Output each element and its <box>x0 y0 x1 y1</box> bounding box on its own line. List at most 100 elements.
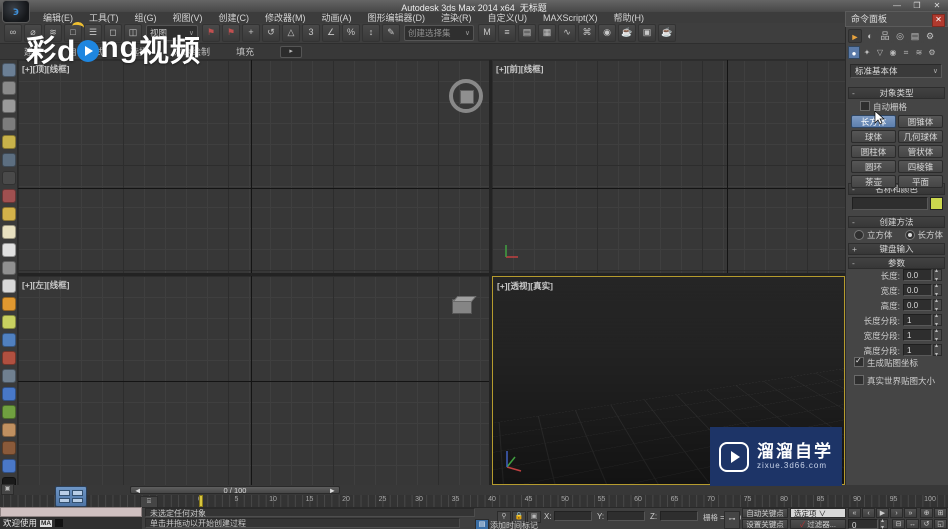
rollout-object-type[interactable]: - 对象类型 <box>848 87 945 99</box>
utilities-tab[interactable]: ⚙ <box>923 29 937 43</box>
dock-icon-06[interactable] <box>2 153 16 167</box>
dock-icon-15[interactable] <box>2 315 16 329</box>
dock-icon-18[interactable] <box>2 369 16 383</box>
parameter-checkbox[interactable]: 生成贴图坐标 <box>854 357 935 369</box>
viewport-front-label[interactable]: [+][前][线框] <box>496 63 543 75</box>
dock-icon-16[interactable] <box>2 333 16 347</box>
edit-named-selections-icon[interactable]: ✎ <box>382 24 400 42</box>
set-key-toggle-icon[interactable]: ⊶ <box>724 511 740 529</box>
orbit-icon[interactable]: ↺ <box>920 519 933 529</box>
select-and-rotate-icon[interactable]: ↺ <box>262 24 280 42</box>
systems-category-icon[interactable]: ⚙ <box>926 46 938 59</box>
time-slider-handle[interactable]: ◄ 0 / 100 ► <box>130 486 340 494</box>
graphite-ribbon-icon[interactable]: ▦ <box>538 24 556 42</box>
command-panel-close-icon[interactable]: ✕ <box>932 14 945 27</box>
prev-frame-arrow[interactable]: ◄ <box>134 486 141 495</box>
open-mini-listener-icon[interactable]: ▣ <box>1 484 14 495</box>
parameter-field[interactable]: 1 <box>903 329 932 341</box>
parameter-field[interactable]: 0.0 <box>903 299 932 311</box>
command-panel-titlebar[interactable]: 命令面板 ✕ <box>845 11 948 27</box>
primitive-button[interactable]: 球体 <box>851 130 896 143</box>
object-color-swatch[interactable] <box>930 197 943 210</box>
dock-icon-04[interactable] <box>2 117 16 131</box>
dock-icon-09[interactable] <box>2 207 16 221</box>
spinner-icon[interactable] <box>933 329 942 341</box>
primitive-button[interactable]: 管状体 <box>898 145 943 158</box>
go-to-start-button[interactable]: « <box>848 508 861 518</box>
parameter-checkbox[interactable]: 真实世界贴图大小 <box>854 375 935 387</box>
maximize-viewport-icon[interactable]: ◱ <box>934 519 947 529</box>
create-tab[interactable]: ► <box>848 29 862 43</box>
dock-icon-20[interactable] <box>2 405 16 419</box>
time-tag-icon[interactable]: ▤ <box>475 519 489 529</box>
parameter-field[interactable]: 1 <box>903 344 932 356</box>
viewport-perspective-label[interactable]: [+][透视][真实] <box>497 280 553 292</box>
viewport-left-label[interactable]: [+][左][线框] <box>22 279 69 291</box>
align-icon[interactable]: ≡ <box>498 24 516 42</box>
menu-item[interactable]: MAXScript(X) <box>536 13 605 23</box>
dock-icon-12[interactable] <box>2 261 16 275</box>
current-frame-field[interactable]: 0 <box>848 519 878 529</box>
spacewarps-category-icon[interactable]: ≋ <box>913 46 925 59</box>
x-coord-field[interactable] <box>554 511 592 521</box>
auto-key-button[interactable]: 自动关键点 <box>742 508 788 518</box>
spinner-icon[interactable] <box>933 284 942 296</box>
curve-editor-icon[interactable]: ∿ <box>558 24 576 42</box>
minimize-button[interactable]: — <box>890 1 904 11</box>
dock-icon-13[interactable] <box>2 279 16 293</box>
rollout-parameters[interactable]: - 参数 <box>848 257 945 269</box>
lights-category-icon[interactable]: ▽ <box>874 46 886 59</box>
zoom-region-icon[interactable]: ⊟ <box>892 519 905 529</box>
spinner-icon[interactable] <box>933 314 942 326</box>
dock-icon-21[interactable] <box>2 423 16 437</box>
angle-snap-icon[interactable]: ∠ <box>322 24 340 42</box>
pin-flag-icon[interactable]: ⚑ <box>202 24 220 42</box>
material-editor-icon[interactable]: ◉ <box>598 24 616 42</box>
key-filters-button[interactable]: ✓ 过滤器... <box>790 519 846 529</box>
parameter-field[interactable]: 1 <box>903 314 932 326</box>
dock-icon-05[interactable] <box>2 135 16 149</box>
snap-toggle-3d-icon[interactable]: 3 <box>302 24 320 42</box>
object-name-input[interactable] <box>852 197 928 210</box>
dock-icon-07[interactable] <box>2 171 16 185</box>
primitive-button[interactable]: 平面 <box>898 175 943 188</box>
dock-icon-10[interactable] <box>2 225 16 239</box>
primitive-button[interactable]: 茶壶 <box>851 175 896 188</box>
subcategory-dropdown[interactable]: 标准基本体 ∨ <box>850 64 942 78</box>
display-tab[interactable]: ▤ <box>908 29 922 43</box>
maxscript-mini-listener[interactable] <box>0 507 142 517</box>
select-and-scale-icon[interactable]: △ <box>282 24 300 42</box>
scene-box-object[interactable] <box>452 299 472 314</box>
dock-icon-17[interactable] <box>2 351 16 365</box>
spinner-icon[interactable] <box>933 344 942 356</box>
motion-tab[interactable]: ◎ <box>893 29 907 43</box>
shapes-category-icon[interactable]: ✦ <box>861 46 873 59</box>
rollout-keyboard-entry[interactable]: + 键盘输入 <box>848 243 945 255</box>
time-tag-label[interactable]: 添加时间标记 <box>490 520 538 529</box>
ribbon-media-button[interactable]: ▸ <box>280 46 302 58</box>
viewport-top[interactable]: [+][顶][线框] <box>18 60 489 273</box>
render-setup-icon[interactable]: ☕ <box>618 24 636 42</box>
geometry-category-icon[interactable]: ● <box>848 46 860 59</box>
spinner-icon[interactable] <box>933 269 942 281</box>
named-selection-sets-dropdown[interactable]: 创建选择集∨ <box>404 25 474 41</box>
primitive-button[interactable]: 圆锥体 <box>898 115 943 128</box>
y-coord-field[interactable] <box>607 511 645 521</box>
parameter-field[interactable]: 0.0 <box>903 284 932 296</box>
schematic-view-icon[interactable]: ⌘ <box>578 24 596 42</box>
hierarchy-tab[interactable]: 品 <box>878 29 892 43</box>
viewport-left[interactable]: [+][左][线框] <box>18 276 489 485</box>
frame-spinner-icon[interactable] <box>879 519 888 529</box>
dock-icon-02[interactable] <box>2 81 16 95</box>
maximize-button[interactable]: ❒ <box>910 1 924 11</box>
primitive-button[interactable]: 圆环 <box>851 160 896 173</box>
z-coord-field[interactable] <box>660 511 698 521</box>
selection-set-dropdown[interactable]: 选定项 ∨ <box>790 508 846 518</box>
creation-method-radio[interactable]: 长方体 <box>905 229 944 241</box>
close-button[interactable]: ✕ <box>930 1 944 11</box>
zoom-icon[interactable]: ⊕ <box>920 508 933 518</box>
set-key-button[interactable]: 设置关键点 <box>742 519 788 529</box>
cameras-category-icon[interactable]: ◉ <box>887 46 899 59</box>
time-marker[interactable] <box>199 495 203 507</box>
rollout-creation-method[interactable]: - 创建方法 <box>848 216 945 228</box>
